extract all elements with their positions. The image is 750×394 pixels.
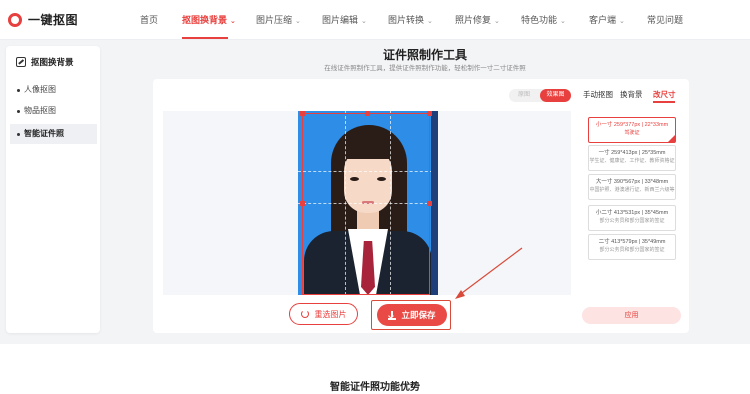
reselect-label: 重选图片: [314, 309, 347, 319]
nav-item-compress[interactable]: 图片压缩 ⌄: [256, 13, 301, 26]
size-option-desc: 部分公务员和部分国家的签证: [599, 218, 665, 224]
refresh-icon: [300, 310, 309, 318]
reselect-image-button[interactable]: 重选图片: [289, 303, 358, 325]
nav-item-repair[interactable]: 照片修复 ⌄: [455, 13, 500, 26]
nav-label: 常见问题: [647, 15, 684, 25]
nav-item-edit[interactable]: 图片编辑 ⌄: [322, 13, 367, 26]
tab-background[interactable]: 换背景: [620, 89, 643, 100]
sidebar: 抠图换背景 人像抠图 物品抠图 智能证件照: [6, 46, 100, 333]
sidebar-item-portrait[interactable]: 人像抠图: [10, 80, 97, 100]
chevron-down-icon: ⌄: [427, 18, 433, 25]
size-option-desc: 中国护照、港澳通行证、新西兰六级等: [589, 187, 675, 193]
chevron-down-icon: ⌄: [560, 18, 566, 25]
download-icon: [388, 310, 397, 320]
nav-label: 特色功能: [521, 15, 558, 25]
size-option[interactable]: 小二寸 413*531px | 35*45mm 部分公务员和部分国家的签证: [588, 205, 676, 231]
size-option-title: 二寸 413*579px | 35*49mm: [598, 239, 666, 245]
nav-item-client[interactable]: 客户端 ⌄: [589, 13, 625, 26]
crop-handle[interactable]: [300, 201, 305, 206]
apply-button[interactable]: 应用: [582, 307, 681, 324]
nav-item-cutout[interactable]: 抠图换背景 ⌄: [182, 13, 236, 26]
size-option-title: 小二寸 413*531px | 35*45mm: [595, 210, 669, 216]
size-option[interactable]: 大一寸 390*567px | 33*48mm 中国护照、港澳通行证、新西兰六级…: [588, 174, 676, 200]
size-option-desc: 学生证、健康证、工作证、教师资格证: [589, 158, 675, 164]
crop-handle[interactable]: [300, 111, 305, 116]
chevron-down-icon: ⌄: [230, 18, 236, 25]
nav-item-faq[interactable]: 常见问题: [647, 13, 683, 26]
size-option[interactable]: 二寸 413*579px | 35*49mm 部分公务员和部分国家的签证: [588, 234, 676, 260]
nav-item-home[interactable]: 首页: [140, 13, 158, 26]
crop-frame[interactable]: [302, 113, 430, 295]
preview-toggle[interactable]: 原图 效果图: [509, 89, 571, 102]
crop-handle[interactable]: [365, 111, 370, 116]
nav-label: 图片转换: [388, 15, 425, 25]
size-option[interactable]: 一寸 259*413px | 25*35mm 学生证、健康证、工作证、教师资格证: [588, 145, 676, 171]
features-title: 智能证件照功能优势: [330, 382, 420, 393]
chevron-down-icon: ⌄: [361, 18, 367, 25]
tab-resize[interactable]: 改尺寸: [653, 89, 676, 100]
size-option-title: 小一寸 259*377px | 22*33mm: [595, 122, 669, 128]
sidebar-item-id-photo[interactable]: 智能证件照: [10, 124, 97, 144]
logo[interactable]: 一键抠图: [8, 11, 78, 28]
sidebar-item-object[interactable]: 物品抠图: [10, 101, 97, 121]
chevron-down-icon: ⌄: [295, 18, 301, 25]
toggle-result[interactable]: 效果图: [540, 89, 571, 102]
tab-active-underline: [653, 101, 675, 103]
nav-active-underline: [182, 37, 228, 39]
size-option-desc: 部分公务员和部分国家的签证: [599, 247, 665, 253]
save-now-button[interactable]: 立即保存: [377, 304, 447, 326]
sidebar-heading-label: 抠图换背景: [31, 57, 74, 67]
nav-label: 照片修复: [455, 15, 492, 25]
logo-text: 一键抠图: [28, 13, 79, 27]
size-option-desc: 驾驶证: [624, 130, 640, 136]
nav-label: 图片编辑: [322, 15, 359, 25]
crop-handle[interactable]: [427, 201, 432, 206]
edit-square-icon: [16, 57, 26, 67]
nav-label: 图片压缩: [256, 15, 293, 25]
size-option[interactable]: 小一寸 259*377px | 22*33mm 驾驶证: [588, 117, 676, 143]
top-nav: 一键抠图 首页 抠图换背景 ⌄ 图片压缩 ⌄ 图片编辑 ⌄ 图片转换 ⌄ 照片修复 ⌄ 特…: [0, 0, 750, 40]
crop-handle[interactable]: [427, 111, 432, 116]
size-option-title: 一寸 259*413px | 25*35mm: [598, 150, 666, 156]
nav-label: 抠图换背景: [182, 15, 228, 25]
nav-label: 首页: [140, 15, 159, 25]
chevron-down-icon: ⌄: [494, 18, 500, 25]
save-label: 立即保存: [401, 310, 436, 320]
photo-edge-strip: [431, 111, 438, 295]
logo-icon: [8, 12, 22, 27]
nav-label: 客户端: [589, 15, 617, 25]
chevron-down-icon: ⌄: [619, 18, 625, 25]
size-option-title: 大一寸 390*567px | 33*48mm: [595, 179, 669, 185]
tab-manual-cutout[interactable]: 手动抠图: [583, 89, 613, 100]
nav-item-convert[interactable]: 图片转换 ⌄: [388, 13, 433, 26]
sidebar-heading: 抠图换背景: [16, 56, 74, 68]
page-title: 证件照制作工具: [382, 48, 467, 62]
page-subtitle: 在线证件照制作工具，提供证件照制作功能，轻松制作一寸二寸证件照: [324, 65, 526, 72]
nav-item-features[interactable]: 特色功能 ⌄: [521, 13, 566, 26]
toggle-original[interactable]: 原图: [509, 89, 539, 102]
